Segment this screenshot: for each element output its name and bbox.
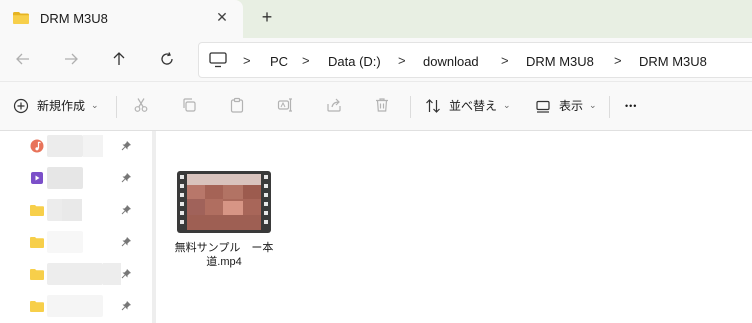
forward-button[interactable]: [60, 48, 82, 70]
blurred-label: [103, 263, 121, 285]
navigation-bar: > PC > Data (D:) > download > DRM M3U8 >…: [0, 38, 752, 81]
blurred-label: [47, 135, 83, 157]
sidebar-item-folder[interactable]: [0, 197, 152, 225]
up-button[interactable]: [108, 48, 130, 70]
chevron-down-icon: ⌄: [589, 100, 597, 110]
cut-button[interactable]: [133, 97, 149, 113]
divider: [116, 96, 117, 118]
divider: [609, 96, 610, 118]
more-options-button[interactable]: •••: [625, 101, 637, 111]
blurred-label: [47, 295, 103, 317]
breadcrumb-download[interactable]: download: [423, 54, 479, 69]
share-icon: [327, 98, 341, 112]
sort-icon: [426, 98, 440, 113]
sidebar-item-music[interactable]: [0, 133, 152, 161]
trash-icon: [376, 98, 388, 112]
file-list: 無料サンプル ー本道.mp4: [156, 131, 752, 323]
tab-active[interactable]: DRM M3U8 ✕: [0, 0, 243, 38]
blurred-label: [83, 135, 103, 157]
view-icon: [536, 100, 550, 113]
plus-circle-icon: [13, 98, 29, 113]
chevron-down-icon: ⌄: [503, 100, 511, 110]
new-button[interactable]: 新規作成 ⌄: [13, 97, 99, 114]
sidebar-item-videos[interactable]: [0, 165, 152, 193]
rename-icon: [277, 98, 292, 112]
paste-button[interactable]: [229, 97, 245, 113]
blurred-label: [47, 263, 103, 285]
file-item[interactable]: 無料サンプル ー本道.mp4: [174, 171, 274, 269]
refresh-icon: [161, 52, 173, 65]
pin-icon[interactable]: [121, 300, 132, 311]
tab-title: DRM M3U8: [40, 11, 108, 26]
close-icon[interactable]: ✕: [214, 9, 230, 25]
delete-button[interactable]: [374, 97, 390, 113]
sort-button[interactable]: 並べ替え ⌄: [425, 97, 511, 114]
sidebar-item-folder[interactable]: [0, 229, 152, 257]
file-name: 無料サンプル ー本道.mp4: [174, 242, 274, 268]
breadcrumb-separator: >: [302, 53, 310, 68]
tab-strip: DRM M3U8 ✕ +: [0, 0, 752, 38]
folder-icon: [30, 301, 44, 312]
copy-button[interactable]: [181, 97, 197, 113]
share-button[interactable]: [326, 97, 342, 113]
breadcrumb-pc[interactable]: PC: [270, 54, 288, 69]
blurred-label: [47, 167, 83, 189]
monitor-icon: [209, 52, 227, 68]
new-tab-button[interactable]: +: [258, 8, 276, 26]
new-button-label: 新規作成: [37, 99, 86, 113]
arrow-left-icon: [16, 53, 29, 65]
blurred-label: [47, 231, 83, 253]
arrow-right-icon: [65, 53, 78, 65]
back-button[interactable]: [12, 48, 34, 70]
rename-button[interactable]: [277, 97, 293, 113]
folder-icon: [30, 205, 44, 216]
breadcrumb-drm-m3u8[interactable]: DRM M3U8: [526, 54, 594, 69]
refresh-button[interactable]: [156, 48, 178, 70]
video-icon: [31, 172, 43, 184]
pin-icon[interactable]: [121, 172, 132, 183]
sidebar-item-folder[interactable]: [0, 261, 152, 289]
copy-icon: [183, 98, 196, 112]
breadcrumb-separator: >: [243, 53, 251, 68]
sidebar-item-folder[interactable]: [0, 293, 152, 321]
folder-icon: [13, 12, 29, 24]
view-button[interactable]: 表示 ⌄: [535, 97, 597, 114]
navigation-pane: [0, 131, 152, 323]
address-bar[interactable]: > PC > Data (D:) > download > DRM M3U8 >…: [198, 42, 752, 78]
pin-icon[interactable]: [121, 236, 132, 247]
music-icon: [30, 139, 44, 153]
view-button-label: 表示: [559, 99, 584, 113]
blurred-label: [62, 199, 82, 221]
breadcrumb-separator: >: [398, 53, 406, 68]
divider: [410, 96, 411, 118]
arrow-up-icon: [113, 52, 125, 65]
folder-icon: [30, 269, 44, 280]
video-thumbnail: [177, 171, 271, 233]
sort-button-label: 並べ替え: [449, 99, 498, 113]
breadcrumb-separator: >: [614, 53, 622, 68]
breadcrumb-data-d[interactable]: Data (D:): [328, 54, 381, 69]
clipboard-icon: [230, 97, 244, 113]
folder-icon: [30, 237, 44, 248]
scissors-icon: [134, 98, 148, 112]
pin-icon[interactable]: [121, 204, 132, 215]
command-bar: 新規作成 ⌄ 並べ替え ⌄ 表示 ⌄ •••: [0, 81, 752, 131]
pin-icon[interactable]: [121, 140, 132, 151]
breadcrumb-drm-m3u8-current[interactable]: DRM M3U8: [639, 54, 707, 69]
pin-icon[interactable]: [121, 268, 132, 279]
breadcrumb-separator: >: [501, 53, 509, 68]
chevron-down-icon: ⌄: [91, 100, 99, 110]
